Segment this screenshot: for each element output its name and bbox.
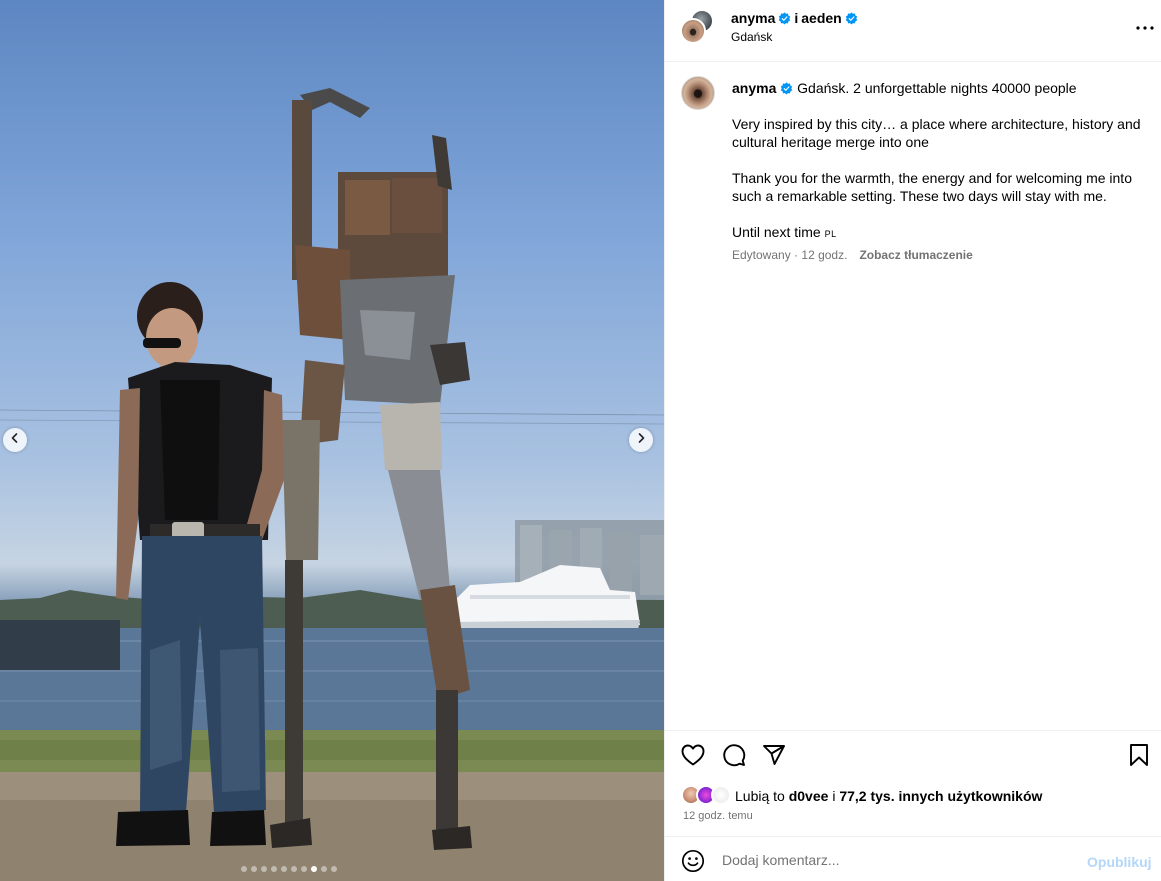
liker-avatar bbox=[711, 785, 731, 805]
likes-prefix: Lubią to bbox=[735, 788, 785, 804]
verified-badge-icon bbox=[780, 81, 793, 95]
next-slide-button[interactable] bbox=[629, 428, 653, 452]
slide-dot bbox=[331, 866, 337, 872]
coauthor-username[interactable]: aeden bbox=[801, 10, 841, 26]
comment-icon bbox=[722, 743, 746, 772]
slide-indicator bbox=[241, 866, 337, 872]
more-options-button[interactable] bbox=[1135, 16, 1155, 36]
location-link[interactable]: Gdańsk bbox=[731, 30, 772, 44]
slide-dot bbox=[301, 866, 307, 872]
save-button[interactable] bbox=[1126, 743, 1152, 772]
post-actions: Lubią to d0vee i 77,2 tys. innych użytko… bbox=[665, 730, 1161, 836]
publish-button[interactable]: Opublikuj bbox=[1087, 854, 1152, 870]
comment-button[interactable] bbox=[721, 743, 747, 772]
collab-avatars[interactable] bbox=[680, 9, 716, 45]
caption-paragraph-2: Very inspired by this city… a place wher… bbox=[732, 116, 1141, 150]
slide-dot bbox=[311, 866, 317, 872]
caption-time[interactable]: 12 godz. bbox=[801, 248, 847, 262]
likes-joiner: i bbox=[832, 788, 836, 804]
slide-dot bbox=[281, 866, 287, 872]
post-photo[interactable] bbox=[0, 0, 664, 881]
slide-dot bbox=[251, 866, 257, 872]
caption-paragraph-3: Thank you for the warmth, the energy and… bbox=[732, 170, 1132, 204]
avatar-author[interactable] bbox=[680, 18, 706, 44]
flag-tag: PL bbox=[824, 229, 837, 239]
verified-badge-icon bbox=[845, 11, 858, 25]
slide-dot bbox=[241, 866, 247, 872]
likes-summary[interactable]: Lubią to d0vee i 77,2 tys. innych użytko… bbox=[681, 785, 1042, 807]
caption-meta: Edytowany · 12 godz. Zobacz tłumaczenie bbox=[732, 248, 973, 262]
caption-edited-time: Edytowany · 12 godz. bbox=[732, 248, 847, 262]
author-username[interactable]: anyma bbox=[731, 10, 775, 26]
emoji-smile-icon bbox=[681, 849, 705, 877]
caption-section: anyma Gdańsk. 2 unforgettable nights 400… bbox=[665, 62, 1161, 730]
caption-headline: Gdańsk. 2 unforgettable nights 40000 peo… bbox=[797, 80, 1077, 96]
chevron-left-icon bbox=[9, 431, 21, 449]
bookmark-icon bbox=[1129, 743, 1149, 772]
post-header: anyma i aeden Gdańsk bbox=[665, 0, 1161, 62]
comment-composer: Opublikuj bbox=[665, 836, 1161, 881]
caption-username[interactable]: anyma bbox=[732, 80, 776, 96]
header-usernames: anyma i aeden bbox=[731, 10, 858, 26]
post-details-panel: anyma i aeden Gdańsk anyma Gdańsk. 2 unf… bbox=[664, 0, 1161, 881]
comment-input[interactable] bbox=[722, 849, 1072, 871]
share-button[interactable] bbox=[761, 744, 787, 770]
edited-label: Edytowany bbox=[732, 248, 791, 262]
chevron-right-icon bbox=[635, 431, 647, 449]
photo-scene bbox=[0, 88, 664, 881]
post-timestamp[interactable]: 12 godz. temu bbox=[683, 810, 753, 822]
caption-closing: Until next time bbox=[732, 224, 821, 240]
slide-dot bbox=[321, 866, 327, 872]
like-button[interactable] bbox=[680, 744, 706, 770]
slide-dot bbox=[271, 866, 277, 872]
caption-paragraph-4: Until next time PL bbox=[732, 223, 1142, 243]
verified-badge-icon bbox=[778, 11, 791, 25]
liker-username[interactable]: d0vee bbox=[789, 788, 829, 804]
send-icon bbox=[762, 743, 786, 772]
caption-first-line: anyma Gdańsk. 2 unforgettable nights 400… bbox=[732, 79, 1142, 97]
see-translation-button[interactable]: Zobacz tłumaczenie bbox=[859, 248, 972, 262]
slide-dot bbox=[261, 866, 267, 872]
previous-slide-button[interactable] bbox=[3, 428, 27, 452]
slide-dot bbox=[291, 866, 297, 872]
more-horizontal-icon bbox=[1136, 17, 1154, 35]
heart-icon bbox=[681, 744, 705, 771]
meta-dot: · bbox=[794, 248, 799, 262]
likes-others[interactable]: 77,2 tys. innych użytkowników bbox=[839, 788, 1042, 804]
caption-text: anyma Gdańsk. 2 unforgettable nights 400… bbox=[732, 79, 1142, 243]
emoji-button[interactable] bbox=[681, 849, 705, 873]
caption-avatar[interactable] bbox=[681, 76, 715, 110]
header-and: i bbox=[794, 10, 799, 26]
liker-avatars[interactable] bbox=[681, 785, 733, 807]
